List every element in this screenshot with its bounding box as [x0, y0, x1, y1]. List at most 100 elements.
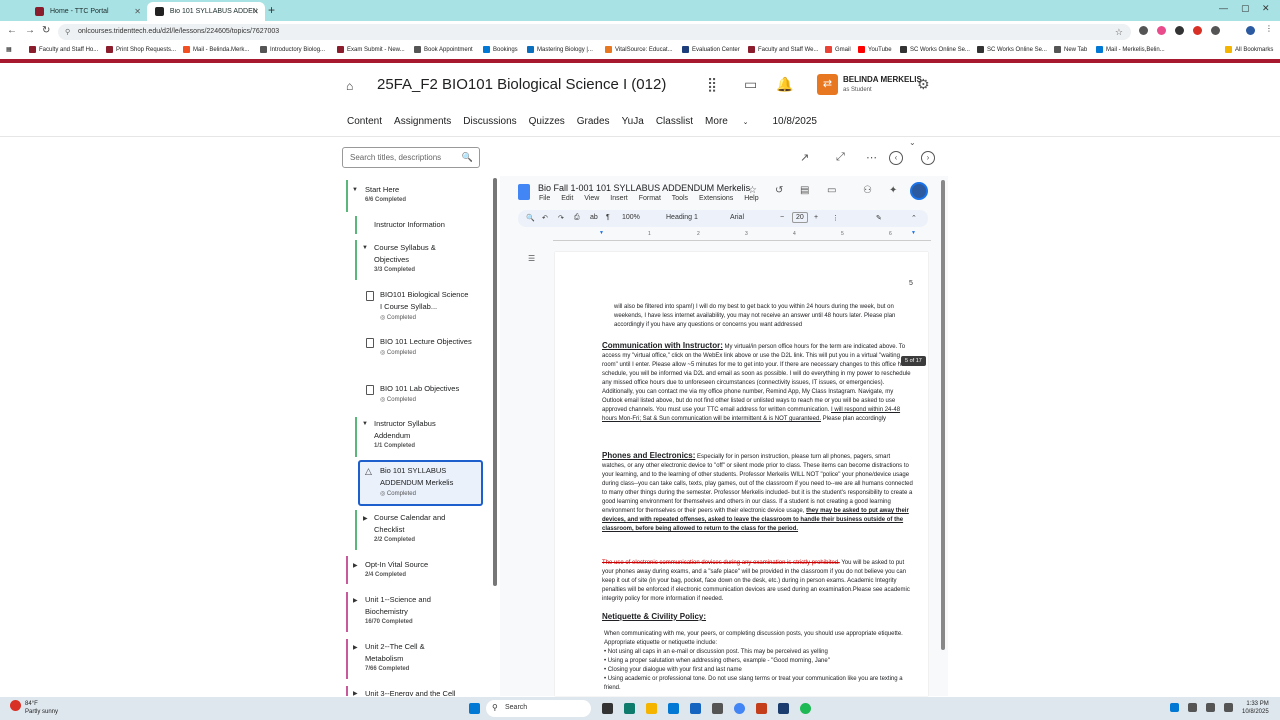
bookmark-item[interactable]: Introductory Biolog...	[260, 46, 325, 53]
extension-icon[interactable]	[1211, 26, 1220, 35]
windows-start-icon[interactable]	[469, 703, 480, 714]
expand-caret-icon[interactable]: ▶	[353, 644, 358, 651]
bookmark-item[interactable]: SC Works Online Se...	[977, 46, 1047, 53]
bookmark-item[interactable]: Print Shop Requests...	[106, 46, 176, 53]
bookmark-item[interactable]: Exam Submit - New...	[337, 46, 405, 53]
apps-icon[interactable]: ▦	[6, 46, 12, 53]
more-tools-icon[interactable]: ⋮	[832, 214, 839, 222]
search-icon[interactable]: 🔍	[462, 152, 473, 163]
zoom-select[interactable]: 100%	[622, 214, 640, 221]
chrome-icon[interactable]	[734, 703, 745, 714]
onedrive-icon[interactable]	[1170, 703, 1179, 712]
spotify-icon[interactable]	[800, 703, 811, 714]
weather-icon[interactable]	[10, 700, 21, 711]
bookmark-item[interactable]: Faculty and Staff We...	[748, 46, 818, 53]
menu-format[interactable]: Format	[639, 195, 661, 202]
outlook-icon[interactable]	[668, 703, 679, 714]
extension-icon[interactable]	[1175, 26, 1184, 35]
edge-icon[interactable]	[624, 703, 635, 714]
nav-classlist[interactable]: Classlist	[656, 116, 693, 127]
bookmark-item[interactable]: Book Appointment	[414, 46, 473, 53]
share-icon[interactable]: ⚇	[863, 185, 872, 196]
wifi-icon[interactable]	[1188, 703, 1197, 712]
weather-widget[interactable]: 84°F Partly sunny	[25, 700, 58, 716]
sidebar-item-unit-2[interactable]: Unit 2--The Cell & Metabolism 7/66 Compl…	[365, 641, 455, 672]
sidebar-item-instructor-info[interactable]: Instructor Information	[374, 219, 519, 231]
collapse-caret-icon[interactable]: ▼	[352, 187, 358, 193]
bookmark-item[interactable]: Mail - Merkelis,Belin...	[1096, 46, 1165, 53]
font-select[interactable]: Arial	[730, 214, 744, 221]
extension-icon[interactable]	[1157, 26, 1166, 35]
open-external-icon[interactable]: ↗	[800, 151, 809, 164]
print-icon[interactable]: ⎙	[574, 214, 580, 222]
browser-menu-icon[interactable]: ⋮	[1265, 24, 1274, 33]
font-size-input[interactable]: 20	[792, 212, 808, 223]
doc-user-avatar[interactable]	[910, 182, 928, 200]
menu-edit[interactable]: Edit	[561, 195, 573, 202]
sidebar-scrollbar[interactable]	[493, 178, 497, 586]
sidebar-item-start-here[interactable]: Start Here 6/6 Completed	[365, 184, 510, 203]
new-tab-icon[interactable]: +	[268, 3, 275, 17]
chevron-down-icon[interactable]: ⌄	[909, 138, 916, 147]
nav-date[interactable]: 10/8/2025	[773, 116, 818, 127]
doc-title[interactable]: Bio Fall 1-001 101 SYLLABUS ADDENDUM Mer…	[538, 183, 750, 193]
bookmark-item[interactable]: VitalSource: Educat...	[605, 46, 673, 53]
close-tab-icon[interactable]: ✕	[252, 7, 259, 16]
volume-icon[interactable]	[1206, 703, 1215, 712]
course-selector-icon[interactable]: ⣿	[707, 76, 717, 93]
sidebar-item-lecture-objectives[interactable]: BIO 101 Lecture Objectives ◎ Completed	[380, 336, 472, 356]
collapse-caret-icon[interactable]: ▼	[362, 245, 368, 251]
sidebar-item-unit-1[interactable]: Unit 1--Science and Biochemistry 16/70 C…	[365, 594, 455, 625]
tab-home-portal[interactable]: Home - TTC Portal ✕	[27, 2, 147, 21]
expand-caret-icon[interactable]: ▶	[353, 690, 358, 697]
sidebar-item-vital-source[interactable]: Opt-In Vital Source 2/4 Completed	[365, 559, 510, 578]
menu-extensions[interactable]: Extensions	[699, 195, 733, 202]
undo-icon[interactable]: ↶	[542, 214, 548, 222]
bookmark-item[interactable]: Evaluation Center	[682, 46, 740, 53]
menu-view[interactable]: View	[584, 195, 599, 202]
sidebar-item-course-syllabus-doc[interactable]: BIO101 Biological Science I Course Sylla…	[380, 289, 472, 321]
menu-insert[interactable]: Insert	[610, 195, 628, 202]
nav-discussions[interactable]: Discussions	[463, 116, 516, 127]
gemini-icon[interactable]: ✦	[889, 185, 897, 196]
task-view-icon[interactable]	[602, 703, 613, 714]
bookmark-item[interactable]: Faculty and Staff Ho...	[29, 46, 98, 53]
bookmark-item[interactable]: YouTube	[858, 46, 892, 53]
sidebar-item-lab-objectives[interactable]: BIO 101 Lab Objectives ◎ Completed	[380, 383, 472, 403]
sidebar-item-syllabus-addendum-merkelis[interactable]: Bio 101 SYLLABUS ADDENDUM Merkelis ◎ Com…	[380, 465, 476, 497]
search-menus-icon[interactable]: 🔍	[526, 214, 535, 222]
comments-icon[interactable]: ▤	[800, 185, 809, 196]
next-topic-icon[interactable]: ›	[921, 151, 935, 165]
messages-icon[interactable]: ▭	[744, 76, 757, 93]
sidebar-item-instructor-addendum[interactable]: Instructor Syllabus Addendum 1/1 Complet…	[374, 418, 464, 449]
nav-more[interactable]: More ⌄	[705, 116, 760, 127]
editing-mode-icon[interactable]: ✎	[876, 214, 882, 222]
indent-marker-icon[interactable]: ▼	[599, 230, 604, 236]
outline-icon[interactable]: ☰	[528, 254, 535, 263]
sidebar-item-course-syllabus[interactable]: Course Syllabus & Objectives 3/3 Complet…	[374, 242, 464, 273]
decrease-font-icon[interactable]: −	[780, 214, 784, 221]
sidebar-item-course-calendar[interactable]: Course Calendar and Checklist 2/2 Comple…	[374, 512, 464, 543]
bookmark-item[interactable]: Mastering Biology |...	[527, 46, 593, 53]
close-window-icon[interactable]: ✕	[1262, 3, 1270, 14]
close-tab-icon[interactable]: ✕	[134, 7, 141, 16]
app-icon[interactable]	[712, 703, 723, 714]
collapse-toolbar-icon[interactable]: ⌃	[911, 214, 917, 222]
site-info-icon[interactable]: ⚲	[65, 28, 70, 36]
notifications-bell-icon[interactable]: 🔔	[776, 76, 793, 93]
fullscreen-icon[interactable]: ⤢	[836, 151, 845, 164]
profile-avatar-icon[interactable]	[1246, 26, 1255, 35]
app-icon[interactable]	[778, 703, 789, 714]
all-bookmarks[interactable]: All Bookmarks	[1225, 46, 1273, 53]
user-avatar[interactable]: ⇄	[817, 74, 838, 95]
tab-syllabus-addendum[interactable]: Bio 101 SYLLABUS ADDENDUM ✕	[147, 2, 265, 21]
collapse-caret-icon[interactable]: ▼	[362, 421, 368, 427]
search-input[interactable]: Search titles, descriptions 🔍	[342, 147, 480, 168]
taskbar-search[interactable]: ⚲ Search	[486, 700, 591, 717]
style-select[interactable]: Heading 1	[666, 214, 698, 221]
home-icon[interactable]: ⌂	[346, 79, 353, 93]
history-icon[interactable]: ↺	[775, 185, 783, 196]
maximize-icon[interactable]: ▢	[1241, 3, 1250, 14]
extension-icon[interactable]	[1139, 26, 1148, 35]
meet-icon[interactable]: ▭	[827, 185, 836, 196]
